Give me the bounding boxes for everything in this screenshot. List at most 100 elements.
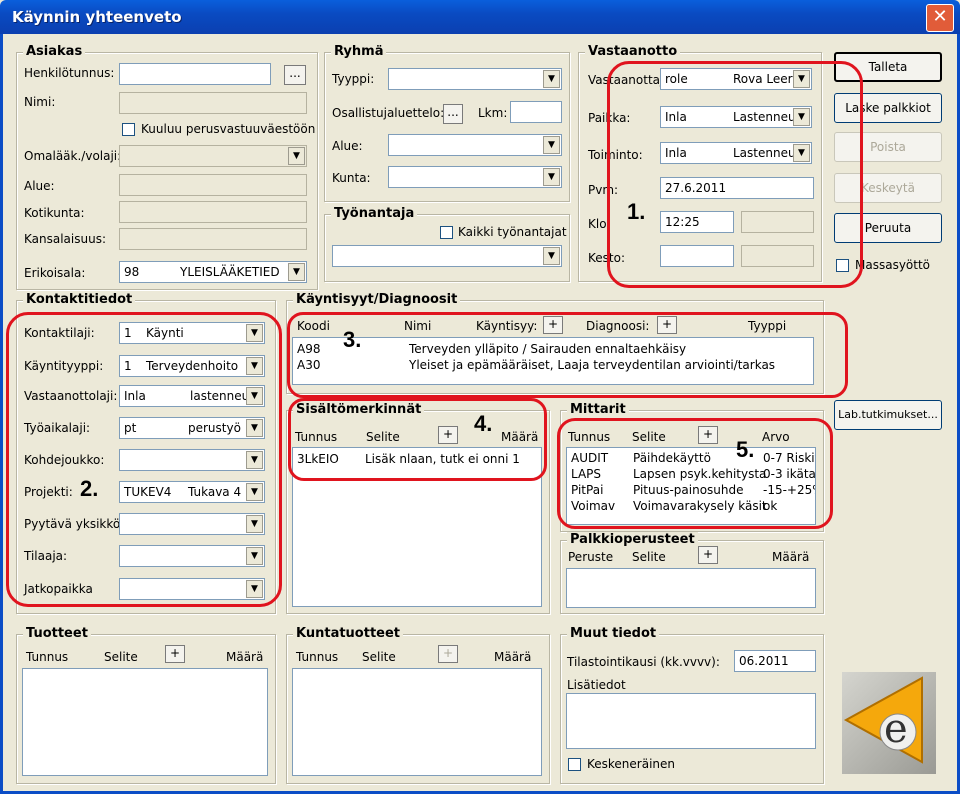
chevron-down-icon[interactable]: ▼ xyxy=(543,136,560,154)
kuntatuotteet-list[interactable] xyxy=(292,668,542,776)
list-item[interactable]: AUDIT xyxy=(571,451,608,465)
kontaktilaji-select[interactable]: 1 Käynti ▼ xyxy=(119,322,265,344)
chevron-down-icon[interactable]: ▼ xyxy=(246,580,263,598)
list-item[interactable]: 3LkEIO xyxy=(297,452,339,466)
chevron-down-icon[interactable]: ▼ xyxy=(793,108,810,126)
palkkio-col-maara: Määrä xyxy=(772,550,810,564)
kayntityyppi-label: Käyntityyppi: xyxy=(24,359,104,373)
add-kayntisyy-button[interactable]: + xyxy=(543,316,563,334)
pvm-label: Pvm: xyxy=(588,183,619,197)
ryhma-tyyppi-select[interactable]: ▼ xyxy=(388,68,562,90)
keskenerainen-label: Keskeneräinen xyxy=(587,757,676,771)
toiminto-select[interactable]: Inla Lastenneu ▼ xyxy=(660,142,812,164)
list-item[interactable]: A30 xyxy=(297,358,320,372)
chevron-down-icon[interactable]: ▼ xyxy=(288,263,305,281)
chevron-down-icon[interactable]: ▼ xyxy=(543,168,560,186)
annotation-label-4: 4. xyxy=(474,411,493,436)
klo-input[interactable]: 12:25 xyxy=(660,211,734,233)
laske-palkkiot-button[interactable]: Laske palkkiot xyxy=(834,93,942,123)
talleta-button[interactable]: Talleta xyxy=(834,52,942,82)
lisatiedot-label: Lisätiedot xyxy=(567,678,626,692)
sisalto-col-selite: Selite xyxy=(366,430,400,444)
kohdejoukko-select[interactable]: ▼ xyxy=(119,449,265,471)
tyoaikalaji-select[interactable]: pt perustyö ▼ xyxy=(119,417,265,439)
vastaanottolaji-select[interactable]: Inla lastenneu ▼ xyxy=(119,385,265,407)
chevron-down-icon[interactable]: ▼ xyxy=(246,419,263,437)
kaikki-tyonantajat-checkbox[interactable] xyxy=(440,226,453,239)
list-item[interactable]: Pituus-painosuhde xyxy=(633,483,744,497)
erikoisala-select[interactable]: 98 YLEISLÄÄKETIED ▼ xyxy=(119,261,307,283)
kuuluu-checkbox[interactable] xyxy=(122,123,135,136)
tilaaja-select[interactable]: ▼ xyxy=(119,545,265,567)
add-sisalto-button[interactable]: + xyxy=(438,426,458,444)
kesto-end-field xyxy=(741,245,814,267)
lab-tutkimukset-button[interactable]: Lab.tutkimukset... xyxy=(834,400,942,430)
kayntityyppi-select[interactable]: 1 Terveydenhoito ▼ xyxy=(119,355,265,377)
list-item[interactable]: 0-7 Riskit xyxy=(763,451,815,465)
lkm-input[interactable] xyxy=(510,101,562,123)
tilastointi-input[interactable]: 06.2011 xyxy=(734,650,816,672)
tilastointi-label: Tilastointikausi (kk.vvvv): xyxy=(567,655,720,669)
chevron-down-icon[interactable]: ▼ xyxy=(246,357,263,375)
kayntisyyt-col-nimi: Nimi xyxy=(404,319,432,333)
window-titlebar[interactable]: Käynnin yhteenveto ✕ xyxy=(0,0,960,34)
pvm-input[interactable]: 27.6.2011 xyxy=(660,177,814,199)
tuotteet-list[interactable] xyxy=(22,668,268,776)
erikoisala-code: 98 xyxy=(124,265,140,279)
chevron-down-icon[interactable]: ▼ xyxy=(246,451,263,469)
list-item[interactable]: A98 xyxy=(297,342,320,356)
keskenerainen-checkbox[interactable] xyxy=(568,758,581,771)
henkilotunnus-lookup-button[interactable]: ... xyxy=(284,65,306,85)
peruuta-button[interactable]: Peruuta xyxy=(834,213,942,243)
jatkopaikka-select[interactable]: ▼ xyxy=(119,578,265,600)
kontaktilaji-name: Käynti xyxy=(146,326,184,340)
vastaanottaja-select[interactable]: role Rova Leer ▼ xyxy=(660,68,812,90)
paikka-select[interactable]: Inla Lastenneu ▼ xyxy=(660,106,812,128)
list-item[interactable]: Yleiset ja epämääräiset, Laaja terveyden… xyxy=(409,358,775,372)
list-item[interactable]: Lapsen psyk.kehitysta xyxy=(633,467,766,481)
add-kuntatuote-button: + xyxy=(438,645,458,663)
list-item[interactable]: PitPai xyxy=(571,483,603,497)
kayntisyyt-col-diagnoosi: Diagnoosi: xyxy=(586,319,650,333)
list-item[interactable]: LAPS xyxy=(571,467,601,481)
henkilotunnus-input[interactable] xyxy=(119,63,271,85)
list-item[interactable]: -15-+25% xyxy=(763,483,815,497)
chevron-down-icon[interactable]: ▼ xyxy=(246,515,263,533)
list-item[interactable]: Voimavarakysely käsit xyxy=(633,499,767,513)
chevron-down-icon[interactable]: ▼ xyxy=(246,547,263,565)
tyonantaja-select[interactable]: ▼ xyxy=(332,245,562,267)
list-item[interactable]: Lisäk nlaan, tutk ei onni 1 xyxy=(365,452,520,466)
kesto-input[interactable] xyxy=(660,245,734,267)
chevron-down-icon[interactable]: ▼ xyxy=(246,387,263,405)
chevron-down-icon[interactable]: ▼ xyxy=(543,70,560,88)
logo-letter: e xyxy=(884,706,908,752)
list-item[interactable]: Voimav xyxy=(571,499,615,513)
chevron-down-icon[interactable]: ▼ xyxy=(246,483,263,501)
chevron-down-icon[interactable]: ▼ xyxy=(793,70,810,88)
add-diagnoosi-button[interactable]: + xyxy=(657,316,677,334)
osallistuja-lookup-button[interactable]: ... xyxy=(443,104,463,124)
list-item[interactable]: ok xyxy=(763,499,777,513)
list-item[interactable]: Päihdekäyttö xyxy=(633,451,711,465)
list-item[interactable]: 0-3 ikätas xyxy=(763,467,815,481)
ryhma-kunta-select[interactable]: ▼ xyxy=(388,166,562,188)
chevron-down-icon[interactable]: ▼ xyxy=(793,144,810,162)
lisatiedot-textarea[interactable] xyxy=(566,693,816,749)
kayntisyyt-list[interactable]: A98 Terveyden ylläpito / Sairauden ennal… xyxy=(292,337,814,385)
palkkio-list[interactable] xyxy=(566,568,816,608)
osallistuja-label: Osallistujaluettelo: xyxy=(332,106,445,120)
massasyotto-checkbox[interactable] xyxy=(836,259,849,272)
add-tuote-button[interactable]: + xyxy=(165,645,185,663)
chevron-down-icon[interactable]: ▼ xyxy=(246,324,263,342)
kuntatuotteet-legend: Kuntatuotteet xyxy=(293,626,404,641)
ryhma-alue-select[interactable]: ▼ xyxy=(388,134,562,156)
chevron-down-icon[interactable]: ▼ xyxy=(543,247,560,265)
list-item[interactable]: Terveyden ylläpito / Sairauden ennaltaeh… xyxy=(409,342,686,356)
add-mittari-button[interactable]: + xyxy=(698,426,718,444)
mittarit-list[interactable]: AUDIT Päihdekäyttö 0-7 Riskit LAPS Lapse… xyxy=(566,447,816,525)
projekti-select[interactable]: TUKEV4 Tukava 4 ▼ xyxy=(119,481,265,503)
add-palkkio-button[interactable]: + xyxy=(698,546,718,564)
close-button[interactable]: ✕ xyxy=(926,4,954,32)
pyytava-select[interactable]: ▼ xyxy=(119,513,265,535)
sisalto-list[interactable]: 3LkEIO Lisäk nlaan, tutk ei onni 1 xyxy=(292,447,542,607)
